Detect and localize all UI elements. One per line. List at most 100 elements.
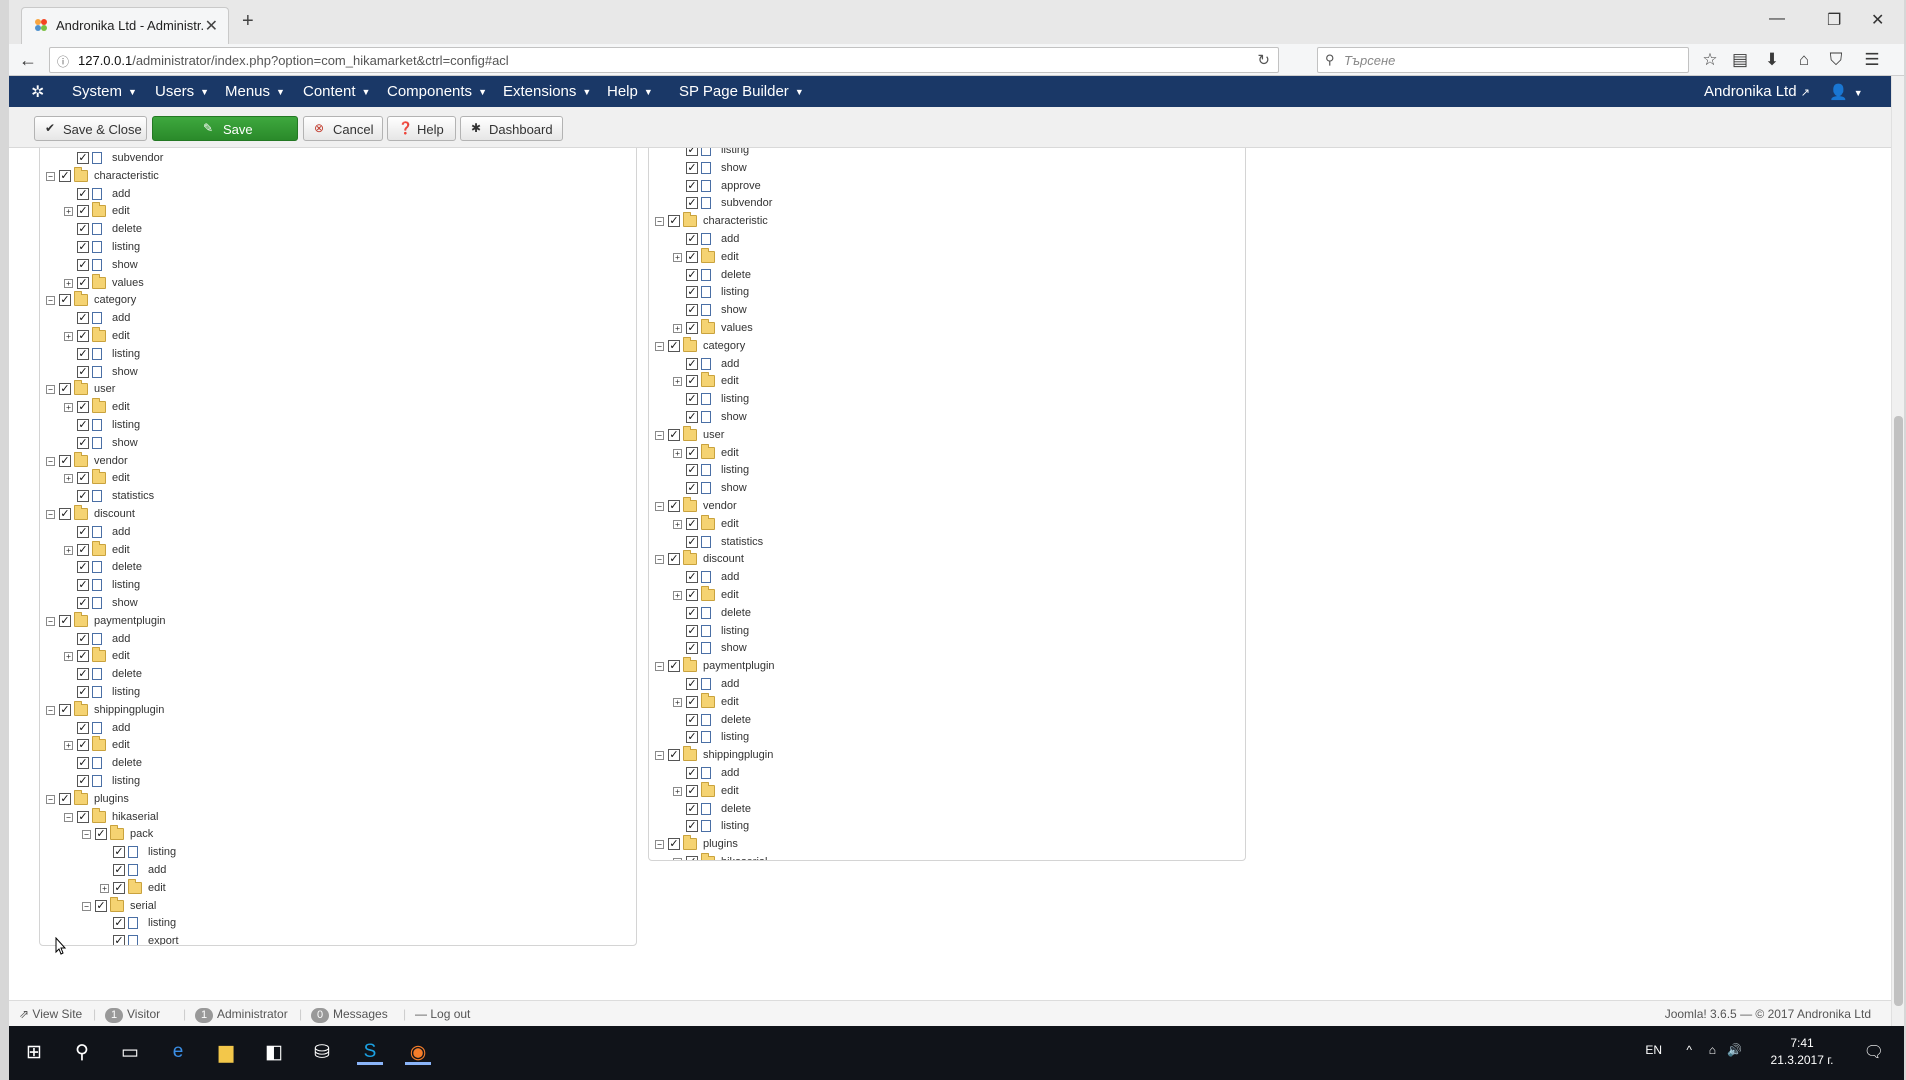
permission-checkbox[interactable]: ✓ xyxy=(686,411,698,423)
tree-node[interactable]: ✓ show xyxy=(673,410,913,426)
permission-checkbox[interactable]: ✓ xyxy=(686,606,698,619)
tree-node[interactable]: ✓ approve xyxy=(673,179,913,195)
permission-checkbox[interactable]: ✓ xyxy=(77,757,89,770)
tree-node[interactable]: ✓ listing xyxy=(100,916,340,932)
expand-icon[interactable]: + xyxy=(64,278,73,288)
collapse-icon[interactable]: − xyxy=(46,510,55,519)
tab-close-icon[interactable]: ✕ xyxy=(205,16,218,36)
permission-checkbox[interactable]: ✓ xyxy=(77,276,89,289)
browser-tab[interactable]: Andronika Ltd - Administr... ✕ xyxy=(21,7,229,44)
tray-arrow-icon[interactable]: ^ xyxy=(1686,1043,1692,1057)
permission-checkbox[interactable]: ✓ xyxy=(77,187,89,200)
collapse-icon[interactable]: − xyxy=(655,662,664,672)
tree-node[interactable]: + ✓ edit xyxy=(673,514,913,533)
collapse-icon[interactable]: − xyxy=(655,430,664,440)
expand-icon[interactable]: + xyxy=(673,377,682,387)
tree-node[interactable]: ✓ show xyxy=(673,481,913,497)
permission-checkbox[interactable]: ✓ xyxy=(77,472,89,485)
permission-checkbox[interactable]: ✓ xyxy=(113,881,125,894)
expand-icon[interactable]: + xyxy=(673,697,682,707)
logout-link[interactable]: — Log out xyxy=(415,1007,470,1021)
tree-node[interactable]: + ✓ edit xyxy=(673,692,913,711)
permission-checkbox[interactable]: ✓ xyxy=(686,375,698,388)
permission-checkbox[interactable]: ✓ xyxy=(686,233,698,245)
permission-checkbox[interactable]: ✓ xyxy=(686,304,698,317)
tree-node[interactable]: − ✓ user xyxy=(655,425,895,444)
dashboard-button[interactable]: ✱ Dashboard xyxy=(460,116,563,141)
menu-components[interactable]: Components ▼ xyxy=(387,83,487,100)
tree-node[interactable]: + ✓ hikaserial xyxy=(673,853,913,860)
permission-checkbox[interactable]: ✓ xyxy=(686,517,698,530)
file-explorer-icon[interactable]: ▆ xyxy=(213,1041,239,1065)
permission-checkbox[interactable]: ✓ xyxy=(77,490,89,503)
permission-checkbox[interactable]: ✓ xyxy=(95,899,107,912)
clock-time[interactable]: 7:41 xyxy=(1762,1036,1842,1050)
permission-checkbox[interactable]: ✓ xyxy=(686,731,698,744)
permission-checkbox[interactable]: ✓ xyxy=(113,846,125,859)
collapse-icon[interactable]: − xyxy=(655,840,664,850)
expand-icon[interactable]: + xyxy=(673,858,682,860)
admin-count[interactable]: 1 Administrator xyxy=(195,1007,288,1023)
page-scrollbar[interactable] xyxy=(1891,76,1904,1026)
expand-icon[interactable]: + xyxy=(673,324,682,333)
menu-menus[interactable]: Menus ▼ xyxy=(225,83,285,100)
visitor-count[interactable]: 1 Visitor xyxy=(105,1007,160,1023)
permission-checkbox[interactable]: ✓ xyxy=(686,767,698,779)
tree-node[interactable]: ✓ show xyxy=(673,161,913,177)
expand-icon[interactable]: + xyxy=(673,786,682,796)
tree-node[interactable]: − ✓ category xyxy=(46,291,286,309)
collapse-icon[interactable]: − xyxy=(82,830,91,840)
permission-checkbox[interactable]: ✓ xyxy=(668,500,680,512)
shopping-bag-icon[interactable]: ⛁ xyxy=(309,1041,335,1065)
expand-icon[interactable]: + xyxy=(64,474,73,484)
tree-node[interactable]: + ✓ values xyxy=(64,273,304,292)
tree-node[interactable]: ✓ show xyxy=(673,303,913,319)
view-site-link[interactable]: ⇗ View Site xyxy=(19,1007,82,1021)
permission-checkbox[interactable]: ✓ xyxy=(59,454,71,467)
help-button[interactable]: ❓ Help xyxy=(387,116,456,141)
permission-checkbox[interactable]: ✓ xyxy=(77,241,89,253)
permission-checkbox[interactable]: ✓ xyxy=(77,721,89,734)
permission-checkbox[interactable]: ✓ xyxy=(686,268,698,281)
expand-icon[interactable]: + xyxy=(673,448,682,458)
tree-node[interactable]: − ✓ user xyxy=(46,380,286,398)
skype-icon[interactable]: S xyxy=(357,1041,383,1065)
volume-icon[interactable]: 🔊 xyxy=(1727,1043,1742,1057)
menu-help[interactable]: Help ▼ xyxy=(607,83,653,100)
menu-users[interactable]: Users ▼ xyxy=(155,83,209,100)
tree-node[interactable]: − ✓ characteristic xyxy=(46,166,286,185)
permission-checkbox[interactable]: ✓ xyxy=(686,571,698,584)
permission-checkbox[interactable]: ✓ xyxy=(59,703,71,716)
tree-node[interactable]: ✓ listing xyxy=(673,463,913,479)
tree-node[interactable]: ✓ listing xyxy=(673,624,913,640)
permission-checkbox[interactable]: ✓ xyxy=(668,660,680,673)
permission-checkbox[interactable]: ✓ xyxy=(686,802,698,815)
permission-checkbox[interactable]: ✓ xyxy=(686,464,698,477)
tree-node[interactable]: + ✓ edit xyxy=(64,327,304,345)
expand-icon[interactable]: + xyxy=(64,741,73,751)
tree-node[interactable]: ✓ delete xyxy=(64,667,304,683)
site-link[interactable]: Andronika Ltd ↗ xyxy=(1704,83,1810,100)
tree-node[interactable]: ✓ listing xyxy=(673,392,913,408)
download-icon[interactable]: ⬇ xyxy=(1761,50,1783,70)
tree-node[interactable]: ✓ add xyxy=(64,311,304,327)
tree-node[interactable]: + ✓ edit xyxy=(673,781,913,800)
menu-content[interactable]: Content ▼ xyxy=(303,83,370,100)
language-indicator[interactable]: EN xyxy=(1645,1043,1662,1057)
permission-checkbox[interactable]: ✓ xyxy=(686,695,698,708)
permission-checkbox[interactable]: ✓ xyxy=(59,792,71,805)
tree-node[interactable]: + ✓ edit xyxy=(673,372,913,390)
windows-start-icon[interactable]: ⊞ xyxy=(21,1041,47,1065)
clock-date[interactable]: 21.3.2017 г. xyxy=(1762,1053,1842,1067)
permission-checkbox[interactable]: ✓ xyxy=(668,215,680,228)
permission-checkbox[interactable]: ✓ xyxy=(113,917,125,930)
expand-icon[interactable]: + xyxy=(64,332,73,341)
info-icon[interactable]: ⓘ xyxy=(57,53,69,70)
permission-checkbox[interactable]: ✓ xyxy=(77,775,89,787)
permission-checkbox[interactable]: ✓ xyxy=(77,632,89,645)
tree-node[interactable]: ✓ statistics xyxy=(64,489,304,505)
firefox-icon[interactable]: ◉ xyxy=(405,1041,431,1065)
tree-node[interactable]: − ✓ paymentplugin xyxy=(655,657,895,675)
permission-checkbox[interactable]: ✓ xyxy=(59,294,71,307)
tree-node[interactable]: ✓ delete xyxy=(673,606,913,622)
